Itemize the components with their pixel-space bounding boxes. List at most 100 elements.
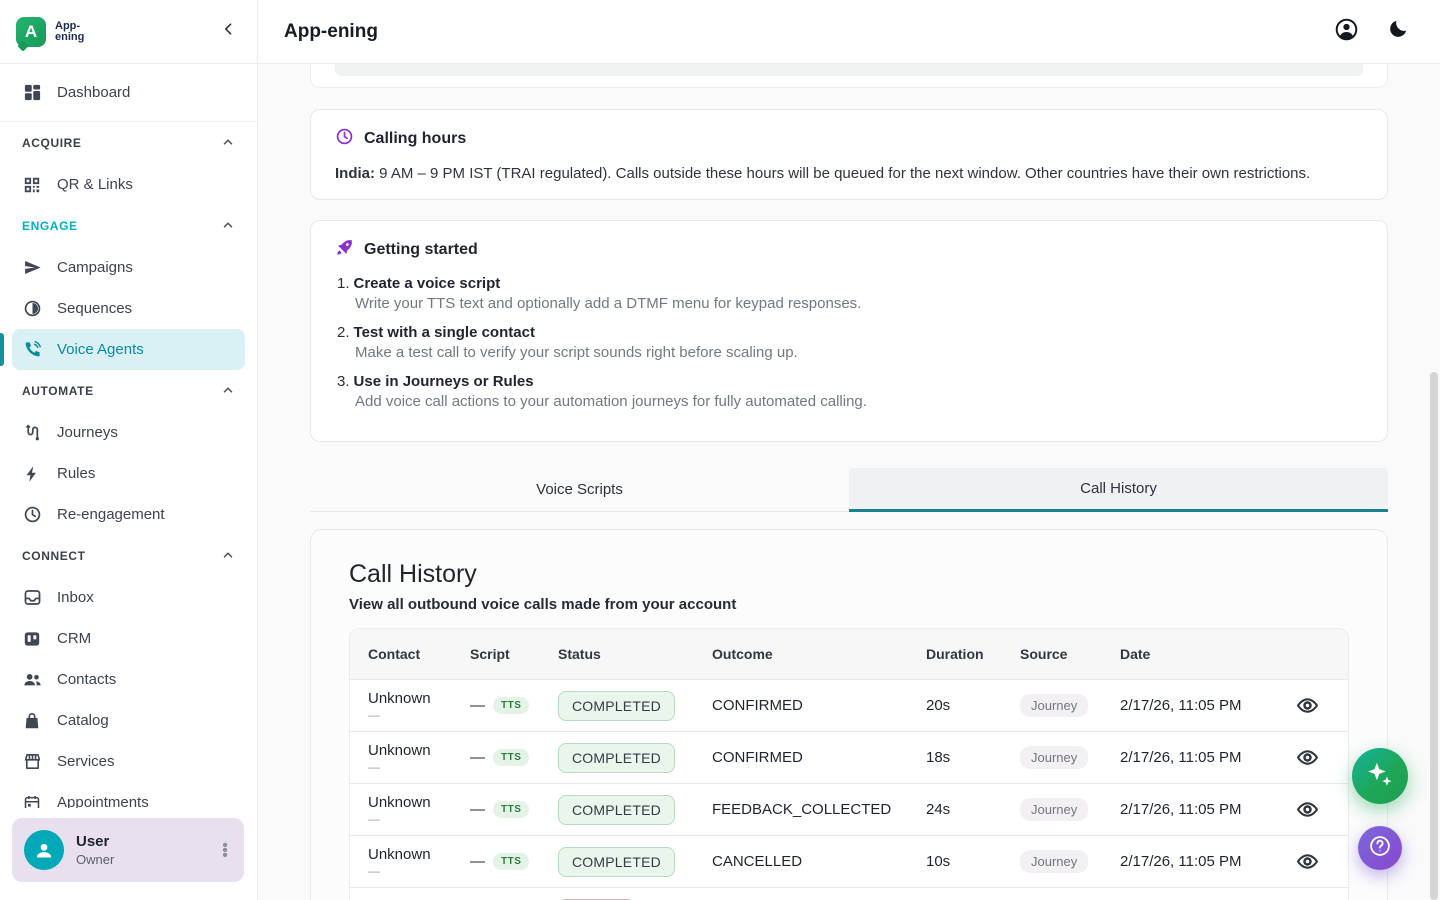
- main-content: Calling hours India: 9 AM – 9 PM IST (TR…: [258, 64, 1440, 900]
- tts-badge: TTS: [493, 697, 529, 714]
- calling-hours-card: Calling hours India: 9 AM – 9 PM IST (TR…: [310, 109, 1388, 200]
- sidebar-section-connect[interactable]: CONNECT: [12, 535, 245, 577]
- user-card[interactable]: User Owner •••: [12, 818, 244, 882]
- ai-assistant-button[interactable]: [1352, 748, 1408, 804]
- call-history-panel: Call History View all outbound voice cal…: [310, 529, 1388, 900]
- contact-name: Unknown: [368, 846, 452, 863]
- sidebar-item-qr-links[interactable]: QR & Links: [12, 164, 245, 205]
- call-history-title: Call History: [349, 560, 1349, 589]
- outcome: CANCELLED: [694, 853, 908, 870]
- col-script: Script: [452, 646, 540, 662]
- contact-sub: —: [368, 760, 452, 774]
- account-button[interactable]: [1332, 18, 1360, 46]
- sidebar-item-label: Contacts: [57, 671, 116, 688]
- contact-sub: —: [368, 708, 452, 722]
- getting-started-steps: 1.Create a voice script Write your TTS t…: [335, 275, 1363, 411]
- active-indicator: [0, 333, 4, 366]
- tab-call-history[interactable]: Call History: [849, 468, 1388, 512]
- sidebar-item-inbox[interactable]: Inbox: [12, 577, 245, 618]
- sidebar-item-voice-agents[interactable]: Voice Agents: [12, 329, 245, 370]
- col-contact: Contact: [350, 646, 452, 662]
- source-pill: Journey: [1020, 746, 1088, 769]
- people-icon: [22, 670, 42, 690]
- send-icon: [22, 258, 42, 278]
- user-name: User: [76, 833, 206, 850]
- sidebar-item-catalog[interactable]: Catalog: [12, 700, 245, 741]
- view-call-button[interactable]: [1293, 848, 1321, 876]
- section-label: ENGAGE: [22, 219, 78, 233]
- view-call-button[interactable]: [1293, 692, 1321, 720]
- scrolled-card-remnant: [310, 64, 1388, 88]
- source-pill: Journey: [1020, 694, 1088, 717]
- sidebar-item-sequences[interactable]: Sequences: [12, 288, 245, 329]
- sidebar-item-label: Journeys: [57, 424, 118, 441]
- tts-badge: TTS: [493, 801, 529, 818]
- step-desc: Make a test call to verify your script s…: [355, 344, 1363, 362]
- sidebar-section-automate[interactable]: AUTOMATE: [12, 370, 245, 412]
- sidebar-item-label: Dashboard: [57, 84, 130, 101]
- col-duration: Duration: [908, 646, 1002, 662]
- tab-bar: Voice Scripts Call History: [310, 468, 1388, 512]
- step-3: 3.Use in Journeys or Rules Add voice cal…: [335, 373, 1363, 411]
- table-row: Unknown— —TTS FAILED NO_ANSWER 30s Journ…: [350, 887, 1348, 900]
- sidebar-item-campaigns[interactable]: Campaigns: [12, 247, 245, 288]
- lightning-icon: [22, 464, 42, 484]
- step-desc: Add voice call actions to your automatio…: [355, 393, 1363, 411]
- user-role: Owner: [76, 852, 206, 867]
- user-menu-button[interactable]: •••: [218, 843, 232, 858]
- sidebar-item-crm[interactable]: CRM: [12, 618, 245, 659]
- getting-started-card: Getting started 1.Create a voice script …: [310, 220, 1388, 442]
- sidebar-collapse-button[interactable]: [217, 20, 241, 44]
- call-date: 2/17/26, 11:05 PM: [1102, 853, 1272, 870]
- tts-badge: TTS: [493, 749, 529, 766]
- dark-mode-toggle[interactable]: [1384, 18, 1412, 46]
- app-logo[interactable]: A App- ening: [16, 17, 84, 47]
- section-label: AUTOMATE: [22, 384, 94, 398]
- vertical-scrollbar[interactable]: [1430, 372, 1438, 900]
- chevron-left-icon: [221, 21, 237, 42]
- view-call-button[interactable]: [1293, 796, 1321, 824]
- sidebar-footer: User Owner •••: [0, 808, 256, 900]
- sidebar-item-label: Voice Agents: [57, 341, 144, 358]
- script-dash: —: [470, 749, 485, 766]
- contact-sub: —: [368, 864, 452, 878]
- view-call-button[interactable]: [1293, 744, 1321, 772]
- step-title: Create a voice script: [354, 275, 501, 292]
- app-logo-text: App- ening: [55, 21, 84, 43]
- status-badge: COMPLETED: [558, 743, 675, 773]
- sidebar-item-dashboard[interactable]: Dashboard: [12, 72, 245, 113]
- step-2: 2.Test with a single contact Make a test…: [335, 324, 1363, 362]
- step-desc: Write your TTS text and optionally add a…: [355, 295, 1363, 313]
- sidebar-item-rules[interactable]: Rules: [12, 453, 245, 494]
- script-dash: —: [470, 697, 485, 714]
- getting-started-title: Getting started: [364, 241, 478, 259]
- sidebar-section-engage[interactable]: ENGAGE: [12, 205, 245, 247]
- sidebar-item-services[interactable]: Services: [12, 741, 245, 782]
- user-avatar: [24, 830, 64, 870]
- sidebar-item-label: Rules: [57, 465, 95, 482]
- outcome: FEEDBACK_COLLECTED: [694, 801, 908, 818]
- sidebar-item-re-engagement[interactable]: Re-engagement: [12, 494, 245, 535]
- duration: 10s: [908, 853, 1002, 870]
- section-label: CONNECT: [22, 549, 86, 563]
- sidebar-item-contacts[interactable]: Contacts: [12, 659, 245, 700]
- chevron-up-icon: [221, 383, 235, 400]
- page-title: App-ening: [284, 21, 378, 43]
- table-row: Unknown— —TTS COMPLETED CANCELLED 10s Jo…: [350, 835, 1348, 887]
- call-date: 2/17/26, 11:05 PM: [1102, 801, 1272, 818]
- source-pill: Journey: [1020, 850, 1088, 873]
- route-icon: [22, 423, 42, 443]
- tab-voice-scripts[interactable]: Voice Scripts: [310, 468, 849, 512]
- calling-hours-body: India: 9 AM – 9 PM IST (TRAI regulated).…: [335, 165, 1363, 182]
- contrast-circle-icon: [22, 299, 42, 319]
- sidebar-item-journeys[interactable]: Journeys: [12, 412, 245, 453]
- help-button[interactable]: [1358, 826, 1402, 870]
- outcome: CONFIRMED: [694, 749, 908, 766]
- call-history-table: Contact Script Status Outcome Duration S…: [349, 628, 1349, 900]
- qr-code-icon: [22, 175, 42, 195]
- clock-icon: [335, 127, 354, 151]
- call-date: 2/17/26, 11:05 PM: [1102, 749, 1272, 766]
- step-title: Test with a single contact: [354, 324, 535, 341]
- duration: 20s: [908, 697, 1002, 714]
- sidebar-section-acquire[interactable]: ACQUIRE: [12, 122, 245, 164]
